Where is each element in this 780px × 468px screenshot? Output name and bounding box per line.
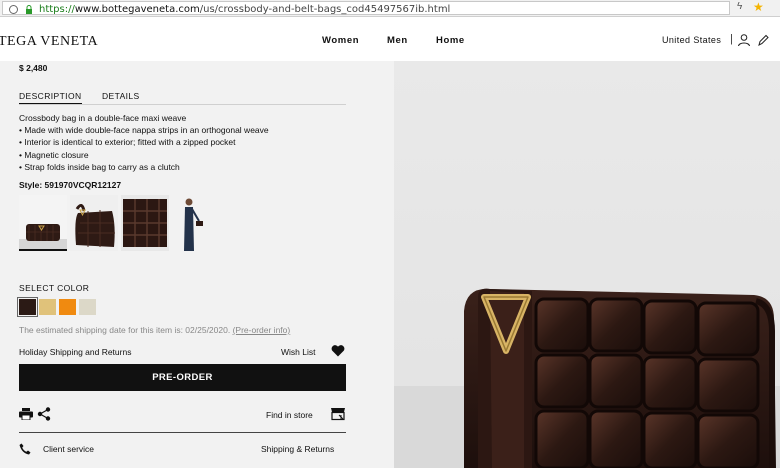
description-line: • Interior is identical to exterior; fit…	[19, 137, 236, 148]
site-header: TEGA VENETA Women Men Home United States…	[0, 18, 780, 61]
product-main-image[interactable]	[394, 61, 780, 468]
color-swatch-cream[interactable]	[79, 299, 96, 315]
thumbnail-strip	[19, 195, 220, 251]
shipping-returns-link[interactable]: Shipping & Returns	[261, 444, 334, 454]
preorder-button[interactable]: PRE-ORDER	[19, 364, 346, 391]
thumbnail-detail[interactable]	[121, 195, 169, 251]
product-description: Crossbody bag in a double-face maxi weav…	[19, 112, 349, 173]
color-swatch-dark-brown[interactable]	[17, 297, 38, 317]
thumbnail-front[interactable]	[19, 195, 67, 251]
phone-icon	[19, 443, 31, 455]
lock-icon[interactable]	[25, 5, 33, 14]
heart-icon[interactable]	[331, 344, 345, 357]
nav-home[interactable]: Home	[436, 35, 465, 46]
url-text[interactable]: https://www.bottegaveneta.com/us/crossbo…	[39, 4, 450, 15]
color-swatch-orange[interactable]	[59, 299, 76, 315]
tab-details[interactable]: DETAILS	[102, 91, 140, 101]
browser-toolbar: https://www.bottegaveneta.com/us/crossbo…	[0, 0, 780, 17]
region-selector[interactable]: United States	[662, 35, 721, 45]
wishlist-link[interactable]: Wish List	[281, 347, 315, 357]
description-line: • Strap folds inside bag to carry as a c…	[19, 161, 180, 172]
client-service-link[interactable]: Client service	[43, 444, 94, 454]
address-bar[interactable]: https://www.bottegaveneta.com/us/crossbo…	[2, 1, 730, 15]
product-bag-image	[394, 288, 780, 468]
nav-men[interactable]: Men	[387, 35, 408, 46]
description-line: • Magnetic closure	[19, 149, 89, 160]
globe-icon	[9, 5, 18, 14]
product-info-panel: $ 2,480 DESCRIPTION DETAILS Crossbody ba…	[0, 61, 394, 468]
tab-description[interactable]: DESCRIPTION	[19, 91, 82, 104]
select-color-label: SELECT COLOR	[19, 283, 90, 293]
tab-divider	[19, 104, 346, 105]
store-icon[interactable]	[330, 407, 346, 421]
thumbnail-angle[interactable]	[70, 195, 118, 251]
holiday-shipping-link[interactable]: Holiday Shipping and Returns	[19, 347, 131, 357]
brand-logo[interactable]: TEGA VENETA	[0, 34, 98, 50]
thumbnail-model[interactable]	[172, 195, 220, 251]
star-icon[interactable]: ★	[753, 0, 764, 14]
description-line: Crossbody bag in a double-face maxi weav…	[19, 113, 187, 123]
nav-women[interactable]: Women	[322, 35, 359, 46]
user-icon[interactable]	[737, 33, 751, 47]
header-separator: |	[730, 33, 733, 45]
color-swatches	[17, 297, 96, 317]
pen-icon[interactable]	[756, 33, 770, 47]
style-code: Style: 591970VCQR12127	[19, 180, 122, 190]
footer-divider	[19, 432, 346, 433]
bolt-icon[interactable]: ϟ	[737, 1, 742, 12]
share-icon[interactable]	[37, 407, 51, 421]
find-in-store-link[interactable]: Find in store	[266, 410, 313, 420]
description-line: • Made with wide double-face nappa strip…	[19, 125, 269, 136]
product-price: $ 2,480	[19, 63, 48, 73]
shipping-date-text: The estimated shipping date for this ite…	[19, 325, 231, 335]
color-swatch-gold[interactable]	[39, 299, 56, 315]
preorder-info-link[interactable]: (Pre-order info)	[233, 325, 291, 335]
shipping-date-note: The estimated shipping date for this ite…	[19, 325, 290, 335]
print-icon[interactable]	[19, 408, 33, 420]
